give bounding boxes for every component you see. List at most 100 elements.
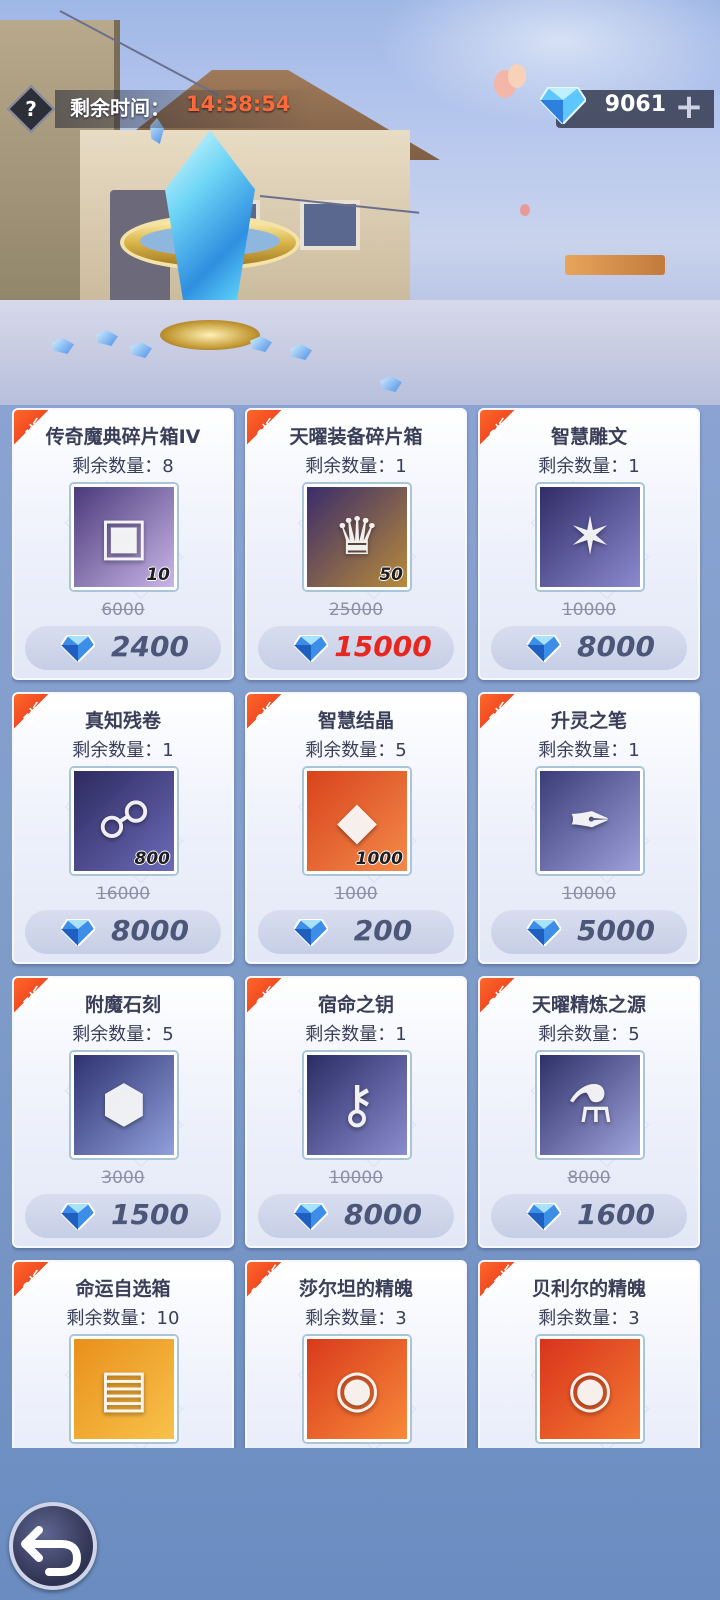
item-stock: 剩余数量：3: [538, 1308, 640, 1329]
quill-icon[interactable]: ✒: [537, 768, 643, 874]
shop-item-card[interactable]: 4折 传奇魔典碎片箱IV 剩余数量：8 ▣ 10 6000 2400: [12, 408, 234, 680]
diamond-icon: [294, 919, 328, 946]
buy-button[interactable]: 200: [258, 910, 454, 954]
currency-value: 9061: [604, 92, 666, 117]
item-glyph: ✶: [568, 507, 612, 567]
original-price: 25000: [247, 600, 465, 620]
rune-star-icon[interactable]: ✶: [537, 484, 643, 590]
shop-item-card[interactable]: 1.7折 莎尔坦的精魄 剩余数量：3 ◉: [245, 1260, 467, 1448]
balloon: [508, 64, 526, 88]
item-quantity: 800: [134, 849, 171, 869]
item-stock: 剩余数量：3: [305, 1308, 407, 1329]
sale-price: 8000: [344, 1198, 422, 1231]
sale-price: 200: [353, 914, 413, 947]
shop-item-card[interactable]: 8折 宿命之钥 剩余数量：1 ⚷ 10000 8000: [245, 976, 467, 1248]
chest-icon[interactable]: ▣ 10: [71, 484, 177, 590]
shop-item-card[interactable]: 5折 升灵之笔 剩余数量：1 ✒ 10000 5000: [478, 692, 700, 964]
shop-item-grid: 4折 传奇魔典碎片箱IV 剩余数量：8 ▣ 10 6000 2400 6折 天曜装备碎片箱 剩余数…: [12, 408, 708, 1448]
crystal-icon[interactable]: ◆ 1000: [304, 768, 410, 874]
item-stock: 剩余数量：1: [305, 1024, 407, 1045]
shop-item-card[interactable]: 2折 智慧结晶 剩余数量：5 ◆ 1000 1000 200: [245, 692, 467, 964]
buy-button[interactable]: 2400: [25, 626, 221, 670]
shop-banner: [0, 0, 720, 405]
original-price: 1000: [247, 884, 465, 904]
item-stock: 剩余数量：1: [538, 740, 640, 761]
item-quantity: 50: [379, 565, 403, 585]
item-glyph: ✒: [568, 791, 612, 851]
original-price-value: 16000: [95, 884, 151, 904]
sale-price: 1600: [577, 1198, 655, 1231]
original-price-value: 10000: [328, 1168, 384, 1188]
helmet-icon[interactable]: ♛ 50: [304, 484, 410, 590]
buy-button[interactable]: 1500: [25, 1194, 221, 1238]
item-stock: 剩余数量：5: [72, 1024, 174, 1045]
shop-item-card[interactable]: 8折 智慧雕文 剩余数量：1 ✶ 10000 8000: [478, 408, 700, 680]
orb-icon[interactable]: ◉: [537, 1336, 643, 1442]
timer-label: 剩余时间：: [70, 96, 170, 120]
original-price-value: 25000: [328, 600, 384, 620]
featured-crystal-icon: [110, 120, 310, 360]
item-glyph: ⚷: [337, 1075, 377, 1135]
item-stock: 剩余数量：1: [72, 740, 174, 761]
buy-button[interactable]: 5000: [491, 910, 687, 954]
diamond-icon: [294, 1203, 328, 1230]
diamond-icon: [294, 635, 328, 662]
crystal-gem: [165, 130, 255, 300]
item-glyph: ▤: [99, 1359, 149, 1419]
sale-price: 8000: [577, 630, 655, 663]
original-price: 3000: [14, 1168, 232, 1188]
item-stock: 剩余数量：5: [305, 740, 407, 761]
original-price: 8000: [480, 1168, 698, 1188]
sale-price: 15000: [334, 630, 432, 663]
question-icon[interactable]: ?: [14, 92, 48, 126]
original-price-value: 10000: [561, 884, 617, 904]
item-quantity: 1000: [355, 849, 403, 869]
original-price-value: 8000: [567, 1168, 611, 1188]
original-price-value: 3000: [101, 1168, 145, 1188]
original-price-value: 6000: [101, 600, 145, 620]
add-currency-button[interactable]: +: [670, 90, 708, 128]
original-price: 10000: [480, 600, 698, 620]
item-name: 智慧雕文: [550, 426, 627, 448]
shop-item-card[interactable]: 6折 天曜装备碎片箱 剩余数量：1 ♛ 50 25000 15000: [245, 408, 467, 680]
buy-button[interactable]: 8000: [258, 1194, 454, 1238]
timer-value: 14:38:54: [186, 92, 291, 116]
item-glyph: ◉: [334, 1359, 380, 1419]
market-stall: [565, 255, 665, 275]
buy-button[interactable]: 8000: [25, 910, 221, 954]
item-glyph: ⬢: [101, 1075, 147, 1135]
item-name: 智慧结晶: [317, 710, 394, 732]
vial-icon[interactable]: ⚗: [537, 1052, 643, 1158]
buy-button[interactable]: 15000: [258, 626, 454, 670]
sale-price: 1500: [111, 1198, 189, 1231]
item-name: 天曜装备碎片箱: [289, 426, 423, 448]
treasure-box-icon[interactable]: ▤: [71, 1336, 177, 1442]
orb-icon[interactable]: ◉: [304, 1336, 410, 1442]
shop-item-card[interactable]: 1.7折 贝利尔的精魄 剩余数量：3 ◉: [478, 1260, 700, 1448]
original-price: 6000: [14, 600, 232, 620]
original-price: 10000: [480, 884, 698, 904]
item-name: 真知残卷: [84, 710, 161, 732]
buy-button[interactable]: 1600: [491, 1194, 687, 1238]
original-price-value: 1000: [334, 884, 378, 904]
plaza-ground: [0, 300, 720, 405]
hex-stone-icon[interactable]: ⬢: [71, 1052, 177, 1158]
diamond-icon: [61, 635, 95, 662]
item-stock: 剩余数量：1: [305, 456, 407, 477]
item-stock: 剩余数量：1: [538, 456, 640, 477]
diamond-icon: [527, 919, 561, 946]
sale-price: 5000: [577, 914, 655, 947]
shop-item-card[interactable]: 2折 命运自选箱 剩余数量：10 ▤: [12, 1260, 234, 1448]
back-arrow-icon[interactable]: [9, 1502, 97, 1590]
diamond-icon: [540, 87, 586, 124]
key-icon[interactable]: ⚷: [304, 1052, 410, 1158]
balloon: [520, 204, 530, 216]
shop-item-card[interactable]: 5折 真知残卷 剩余数量：1 ☍ 800 16000 8000: [12, 692, 234, 964]
diamond-icon: [527, 1203, 561, 1230]
shop-item-card[interactable]: 5折 附魔石刻 剩余数量：5 ⬢ 3000 1500: [12, 976, 234, 1248]
shop-item-card[interactable]: 2折 天曜精炼之源 剩余数量：5 ⚗ 8000 1600: [478, 976, 700, 1248]
buy-button[interactable]: 8000: [491, 626, 687, 670]
item-stock: 剩余数量：8: [72, 456, 174, 477]
scroll-icon[interactable]: ☍ 800: [71, 768, 177, 874]
sale-price: 8000: [111, 914, 189, 947]
